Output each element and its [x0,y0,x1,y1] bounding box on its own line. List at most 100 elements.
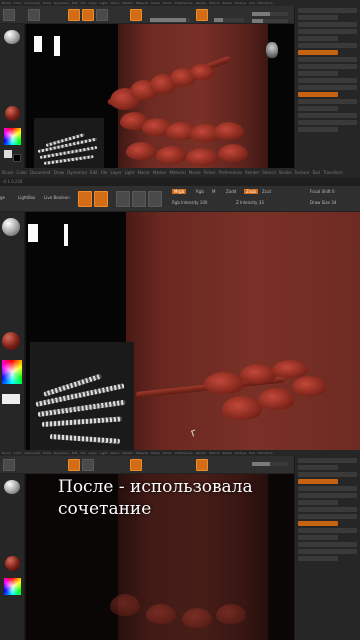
menu-item[interactable]: Light [100,451,108,455]
menu-item[interactable]: Document [25,451,41,455]
material-sphere[interactable] [5,556,20,571]
tab-left[interactable]: ge [0,195,5,200]
zcut-button[interactable]: Zcut [262,189,271,194]
menu-item[interactable]: Color [14,1,22,5]
focal-shift-slider[interactable] [252,462,288,466]
rgb-intensity-slider[interactable] [150,18,190,22]
zadd-button[interactable] [196,459,208,471]
menu-item[interactable]: Layer [110,170,121,175]
menu-item[interactable]: Macro [110,1,119,5]
menu-item[interactable]: Color [14,451,22,455]
menu-item[interactable]: Stroke [279,170,292,175]
toolbar-button[interactable] [28,9,40,21]
m-button[interactable]: M [212,189,215,194]
menu-item[interactable]: Color [17,170,27,175]
secondary-color-swatch[interactable] [13,154,21,162]
menu-item[interactable]: Light [125,170,135,175]
move-mode-button[interactable] [82,459,94,471]
menu-item[interactable]: Document [30,170,51,175]
menu-item[interactable]: Dynamics [54,1,69,5]
primary-color-swatch[interactable] [4,150,12,158]
menu-item[interactable]: Render [196,1,207,5]
zadd-button[interactable]: Zadd [226,189,236,194]
menu-item[interactable]: Preferences [175,451,193,455]
menu-item[interactable]: Brush [2,1,11,5]
menu-item[interactable]: Tool [249,451,255,455]
menu-item[interactable]: Marker [123,1,133,5]
menu-item[interactable]: Picker [163,1,172,5]
menu-item[interactable]: Layer [89,1,97,5]
live-boolean-button[interactable]: Live Boolean [44,195,70,200]
canvas-viewport[interactable] [26,212,360,450]
menu-item[interactable]: File [101,170,108,175]
menu-item[interactable]: Edit [72,1,78,5]
menu-item[interactable]: Stroke [222,1,232,5]
menu-item[interactable]: Draw [43,1,51,5]
menu-item[interactable]: Texture [235,1,246,5]
menu-item[interactable]: Movie [189,170,201,175]
draw-size-slider[interactable] [252,19,288,23]
draw-mode-button[interactable] [68,9,80,21]
menu-item[interactable]: Movie [151,1,160,5]
menu-item[interactable]: Transform [323,170,343,175]
zadd-button[interactable] [196,9,208,21]
menu-item[interactable]: Material [136,451,148,455]
menu-item[interactable]: Render [245,170,259,175]
draw-button[interactable] [94,191,108,207]
menu-item[interactable]: Preferences [175,1,193,5]
material-sphere[interactable] [2,332,20,350]
focal-shift-slider[interactable] [252,12,288,16]
menu-item[interactable]: Render [196,451,207,455]
menu-item[interactable]: Light [100,1,108,5]
menu-item[interactable]: Preferences [218,170,242,175]
menu-item[interactable]: Stencil [262,170,276,175]
brush-thumbnail[interactable] [4,480,20,494]
material-sphere[interactable] [5,106,20,121]
menu-item[interactable]: File [81,1,86,5]
mrgb-button[interactable] [130,459,142,471]
draw-size-label[interactable]: Draw Size 34 [310,200,336,205]
color-picker[interactable] [2,360,22,384]
brush-thumbnail[interactable] [4,30,20,44]
menu-item[interactable]: Brush [2,451,11,455]
move-button[interactable] [116,191,130,207]
menu-item[interactable]: Macro [110,451,119,455]
rotate-button[interactable] [148,191,162,207]
menu-item[interactable]: Marker [153,170,167,175]
canvas-viewport[interactable] [26,24,294,168]
scale-button[interactable] [132,191,146,207]
z-intensity-slider[interactable] [214,18,244,22]
menu-item[interactable]: Dynamics [54,451,69,455]
menu-item[interactable]: Transform [258,1,273,5]
menu-item[interactable]: Tool [249,1,255,5]
menu-item[interactable]: Stencil [209,1,219,5]
menu-item[interactable]: Stencil [209,451,219,455]
menu-item[interactable]: Tool [312,170,320,175]
edit-button[interactable] [78,191,92,207]
mrgb-button[interactable]: Mrgb [172,189,187,194]
menu-item[interactable]: Layer [89,451,97,455]
menu-item[interactable]: Material [136,1,148,5]
menu-item[interactable]: Draw [54,170,64,175]
orientation-head-icon[interactable] [266,42,278,58]
menu-item[interactable]: Transform [258,451,273,455]
color-picker[interactable] [4,578,21,595]
z-intensity-label[interactable]: Z Intensity 33 [236,200,264,205]
menu-item[interactable]: Texture [235,451,246,455]
rgb-button[interactable]: Rgb [196,189,204,194]
menu-item[interactable]: Marker [123,451,133,455]
menu-item[interactable]: Edit [72,451,78,455]
zsub-button[interactable]: Zsub [244,189,258,194]
toolbar-button[interactable] [3,9,15,21]
toolbar-button[interactable] [3,459,15,471]
menu-item[interactable]: Movie [151,451,160,455]
menu-item[interactable]: Brush [2,170,14,175]
focal-shift-label[interactable]: Focal Shift 0 [310,189,335,194]
color-picker[interactable] [4,128,21,145]
menu-item[interactable]: Texture [295,170,310,175]
scale-mode-button[interactable] [96,9,108,21]
menu-item[interactable]: File [81,451,86,455]
menu-item[interactable]: Picker [204,170,216,175]
menu-item[interactable]: Document [25,1,41,5]
move-mode-button[interactable] [82,9,94,21]
